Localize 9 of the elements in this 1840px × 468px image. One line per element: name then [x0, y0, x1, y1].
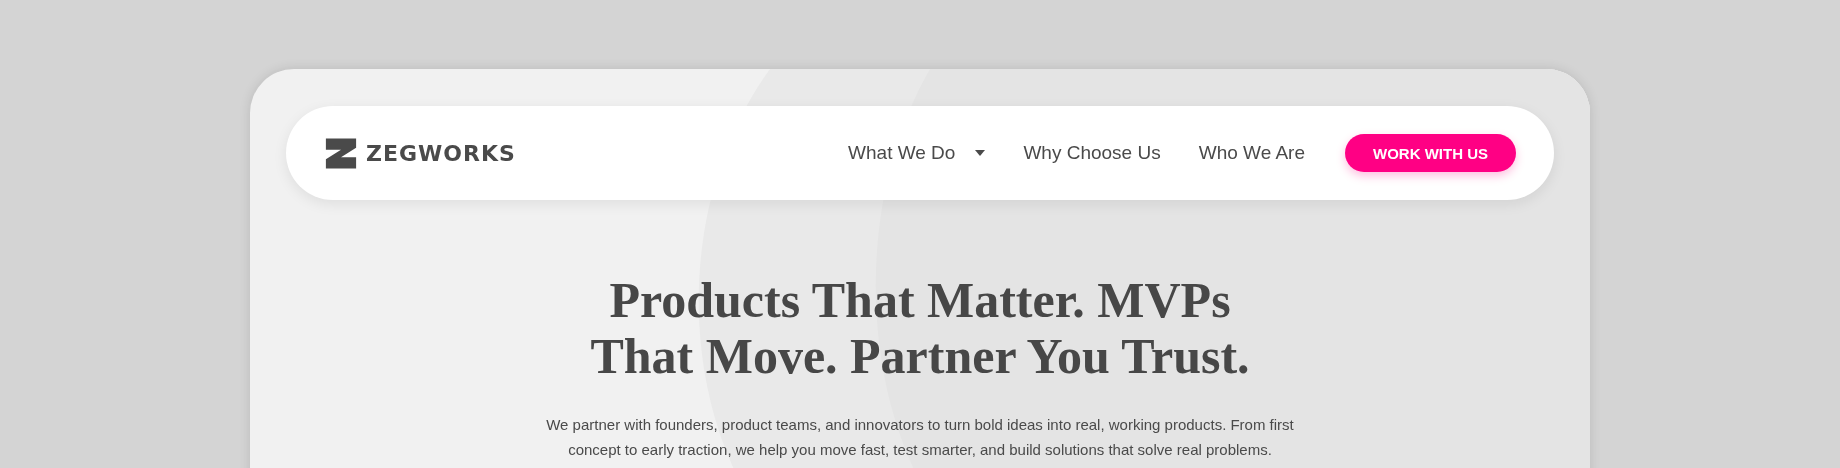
logo-icon[interactable] — [324, 135, 358, 171]
brand-name[interactable]: ZEGWORKS — [366, 140, 516, 166]
nav-link[interactable]: Why Choose Us — [1023, 142, 1161, 164]
nav-link[interactable]: Who We Are — [1198, 142, 1305, 164]
caret-icon — [975, 150, 986, 156]
hero-heading: Products That Matter. MVPs That Move. Partner You Trust. — [589, 272, 1251, 384]
hero-description: We partner with founders, product teams, and innovators to turn bold ideas into real, working products. From first concept to early traction, we help you move fast, test smarter, and build solutions that solve real problems. — [545, 415, 1295, 460]
work-with-us-button[interactable]: WORK WITH US — [1345, 134, 1516, 172]
nav-dropdown[interactable]: What We Do — [848, 142, 986, 164]
